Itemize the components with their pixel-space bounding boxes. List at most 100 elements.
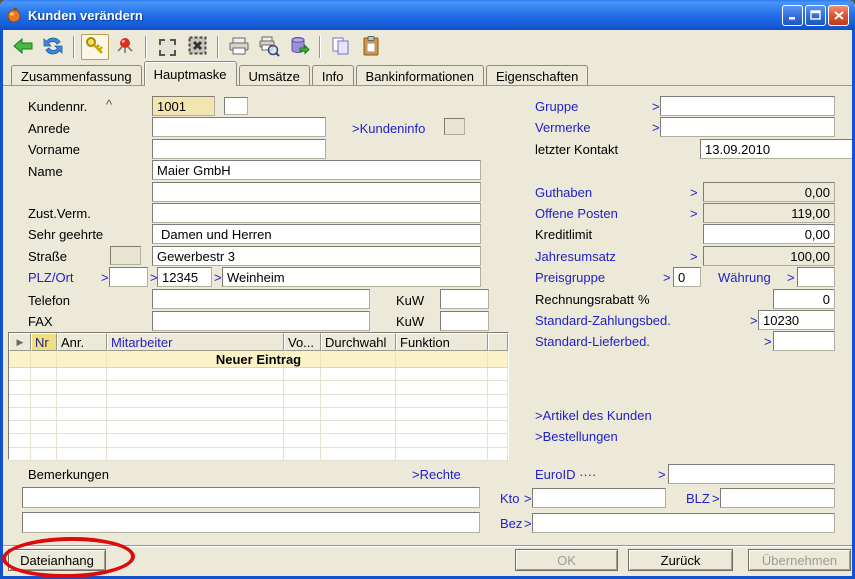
col-header-anr[interactable]: Anr. — [57, 333, 107, 351]
copy-icon — [330, 35, 352, 60]
gruppe-marker: > — [652, 99, 660, 114]
table-row[interactable] — [9, 381, 508, 394]
bez-marker: > — [524, 516, 532, 531]
strasse-input[interactable] — [152, 246, 481, 266]
std-lieferbed-input[interactable] — [773, 331, 835, 351]
col-header-mitarbeiter[interactable]: Mitarbeiter — [107, 333, 284, 351]
kreditlimit-input[interactable] — [703, 224, 835, 244]
euroid-input[interactable] — [668, 464, 835, 484]
zustverm-input[interactable] — [152, 203, 481, 223]
table-row[interactable] — [9, 421, 508, 434]
guthaben-label: Guthaben — [535, 185, 592, 200]
col-header-durchwahl[interactable]: Durchwahl — [321, 333, 396, 351]
blz-input[interactable] — [720, 488, 835, 508]
bemerkungen-input-2[interactable] — [22, 512, 480, 533]
letzter-kontakt-input[interactable] — [700, 139, 855, 159]
print-button[interactable] — [225, 34, 253, 60]
waehrung-marker: > — [787, 270, 795, 285]
kundeninfo-box[interactable] — [444, 118, 465, 135]
tab-bankinformationen[interactable]: Bankinformationen — [356, 65, 484, 86]
vorname-label: Vorname — [28, 142, 80, 157]
app-window: Kunden verändern Zusammenfassung Hauptma… — [0, 0, 855, 579]
table-row[interactable] — [9, 395, 508, 408]
bestellungen-link[interactable]: >Bestellungen — [535, 429, 618, 444]
uebernehmen-button[interactable]: Übernehmen — [748, 549, 851, 571]
telefon-kuw-input[interactable] — [440, 289, 489, 309]
sehrgeehrte-input[interactable] — [152, 224, 481, 244]
table-row[interactable] — [9, 434, 508, 447]
tab-zusammenfassung[interactable]: Zusammenfassung — [11, 65, 142, 86]
std-zahlungsbed-input[interactable] — [758, 310, 835, 330]
anrede-input[interactable] — [152, 117, 326, 137]
new-entry-label: Neuer Eintrag — [9, 352, 508, 367]
bemerkungen-input-1[interactable] — [22, 487, 480, 508]
col-header-vorname[interactable]: Vo... — [284, 333, 321, 351]
vorname-input[interactable] — [152, 139, 326, 159]
minimize-button[interactable] — [782, 5, 803, 26]
new-entry-row[interactable]: Neuer Eintrag — [9, 351, 508, 368]
contacts-table-header: ▶ Nr Anr. Mitarbeiter Vo... Durchwahl Fu… — [9, 333, 508, 351]
fax-input[interactable] — [152, 311, 370, 331]
plz-input[interactable] — [157, 267, 212, 287]
kundennr-extra-box[interactable] — [224, 97, 248, 115]
rechnungsrabatt-unit: % — [638, 292, 650, 307]
kto-input[interactable] — [532, 488, 666, 508]
land-input[interactable] — [109, 267, 148, 287]
kundeninfo-link[interactable]: >Kundeninfo — [352, 121, 425, 136]
ok-button[interactable]: OK — [515, 549, 618, 571]
ort-input[interactable] — [222, 267, 481, 287]
paste-button[interactable] — [357, 34, 385, 60]
row-selector-header[interactable]: ▶ — [9, 333, 31, 351]
sehrgeehrte-label: Sehr geehrte — [28, 227, 103, 242]
selection-clear-button[interactable] — [183, 34, 211, 60]
preisgruppe-marker: > — [663, 270, 671, 285]
row-arrow-icon: ▶ — [17, 337, 24, 348]
close-button[interactable] — [828, 5, 849, 26]
selection-clear-icon — [188, 36, 207, 58]
bez-label: Bez — [500, 516, 522, 531]
tab-hauptmaske[interactable]: Hauptmaske — [144, 61, 237, 86]
table-row[interactable] — [9, 368, 508, 381]
toolbar-separator — [217, 36, 219, 58]
col-header-nr[interactable]: Nr — [31, 333, 57, 351]
annotation-ellipse — [2, 536, 136, 579]
print-preview-button[interactable] — [255, 34, 283, 60]
rechnungsrabatt-input[interactable] — [773, 289, 835, 309]
maximize-button[interactable] — [805, 5, 826, 26]
zurueck-button[interactable]: Zurück — [628, 549, 733, 571]
gruppe-input[interactable] — [660, 96, 835, 116]
artikel-des-kunden-link[interactable]: >Artikel des Kunden — [535, 408, 652, 423]
vermerke-input[interactable] — [660, 117, 835, 137]
copy-button[interactable] — [327, 34, 355, 60]
key-button[interactable] — [81, 34, 109, 60]
kundennr-input[interactable] — [152, 96, 215, 116]
table-row[interactable] — [9, 408, 508, 421]
guthaben-marker: > — [690, 185, 698, 200]
waehrung-input[interactable] — [797, 267, 835, 287]
blz-marker: > — [712, 491, 720, 506]
strasse-box[interactable] — [110, 246, 141, 265]
toolbar-separator — [73, 36, 75, 58]
blz-label: BLZ — [686, 491, 710, 506]
refresh-button[interactable] — [39, 34, 67, 60]
name-input[interactable] — [152, 160, 481, 180]
toolbar — [3, 32, 852, 62]
tab-divider — [3, 85, 852, 86]
tab-info[interactable]: Info — [312, 65, 354, 86]
preisgruppe-input[interactable] — [673, 267, 701, 287]
table-row[interactable] — [9, 448, 508, 461]
col-header-funktion[interactable]: Funktion — [396, 333, 488, 351]
fax-kuw-input[interactable] — [440, 311, 489, 331]
pin-button[interactable] — [111, 34, 139, 60]
tab-eigenschaften[interactable]: Eigenschaften — [486, 65, 588, 86]
offene-posten-value — [703, 203, 835, 223]
back-button[interactable] — [9, 34, 37, 60]
selection-empty-button[interactable] — [153, 34, 181, 60]
telefon-input[interactable] — [152, 289, 370, 309]
database-export-button[interactable] — [285, 34, 313, 60]
bez-input[interactable] — [532, 513, 835, 533]
tab-umsaetze[interactable]: Umsätze — [239, 65, 310, 86]
rechte-link[interactable]: >Rechte — [412, 467, 461, 482]
name2-input[interactable] — [152, 182, 481, 202]
letzter-kontakt-dropdown[interactable]: ▼ — [700, 139, 835, 159]
